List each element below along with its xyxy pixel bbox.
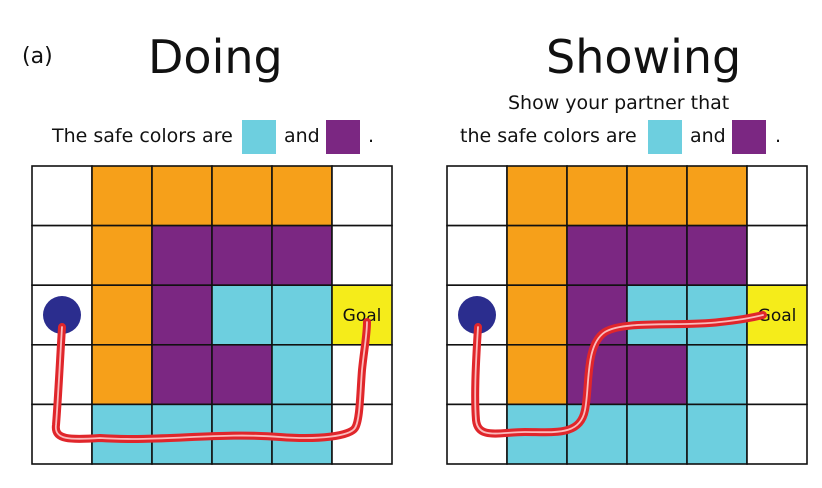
purple-cell — [271, 224, 333, 287]
cyan-cell — [686, 343, 748, 406]
orange-cell — [566, 165, 628, 227]
white-cell — [446, 165, 508, 227]
goal-label: Goal — [343, 306, 382, 326]
orange-cell — [506, 165, 568, 227]
purple-cell — [151, 224, 213, 287]
cyan-cell — [211, 284, 273, 346]
purple-cell — [686, 224, 748, 287]
orange-cell — [91, 284, 153, 346]
gridworld-figure: Goal Goal — [31, 165, 808, 465]
cyan-cell — [626, 284, 688, 346]
orange-cell — [91, 165, 153, 227]
cyan-cell — [566, 403, 628, 465]
purple-cell — [211, 224, 273, 287]
white-cell — [446, 224, 508, 287]
orange-cell — [506, 284, 568, 346]
purple-cell — [151, 343, 213, 406]
purple-cell — [566, 224, 628, 287]
orange-cell — [91, 343, 153, 406]
left-gridworld: Goal — [31, 165, 393, 465]
white-cell — [31, 165, 93, 227]
orange-cell — [271, 165, 333, 227]
white-cell — [746, 224, 808, 287]
white-cell — [746, 165, 808, 227]
white-cell — [331, 165, 393, 227]
orange-cell — [151, 165, 213, 227]
orange-cell — [91, 224, 153, 287]
purple-cell — [151, 284, 213, 346]
cyan-cell — [271, 343, 333, 406]
cyan-cell — [626, 403, 688, 465]
orange-cell — [506, 343, 568, 406]
cyan-cell — [686, 284, 748, 346]
white-cell — [31, 224, 93, 287]
purple-cell — [211, 343, 273, 406]
orange-cell — [506, 224, 568, 287]
orange-cell — [626, 165, 688, 227]
cyan-cell — [686, 403, 748, 465]
orange-cell — [211, 165, 273, 227]
cyan-cell — [271, 284, 333, 346]
white-cell — [746, 403, 808, 465]
purple-cell — [566, 343, 628, 406]
white-cell — [331, 224, 393, 287]
purple-cell — [626, 224, 688, 287]
orange-cell — [686, 165, 748, 227]
right-gridworld: Goal — [446, 165, 808, 465]
purple-cell — [626, 343, 688, 406]
white-cell — [746, 343, 808, 406]
